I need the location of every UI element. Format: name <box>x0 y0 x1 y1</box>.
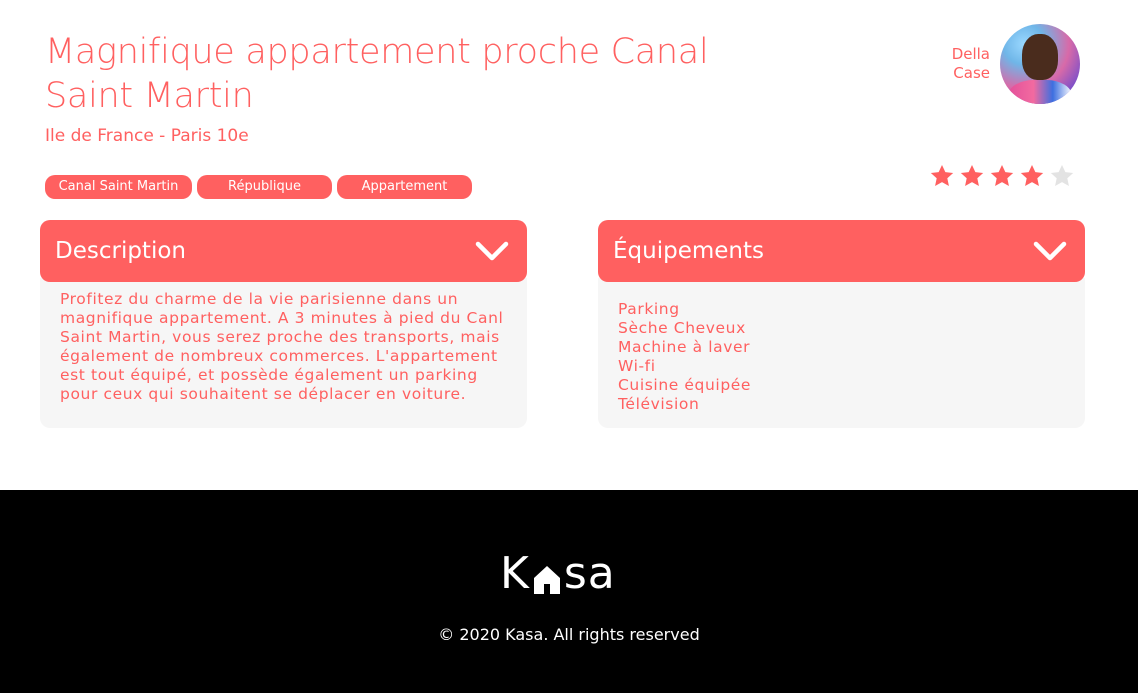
description-collapse: Description Profitez du charme de la vie… <box>40 220 527 428</box>
equipment-item: Sèche Cheveux <box>618 319 746 337</box>
equipments-title: Équipements <box>613 238 764 264</box>
listing-location: Ile de France - Paris 10e <box>45 126 249 146</box>
logo-letters-sa: sa <box>563 548 616 599</box>
tag-appartement: Appartement <box>337 175 472 199</box>
description-body: Profitez du charme de la vie parisienne … <box>40 278 527 428</box>
host-name: Della Case <box>930 45 990 83</box>
avatar-shirt <box>1008 80 1072 104</box>
rating-stars <box>929 163 1075 189</box>
logo-letter-k: K <box>500 548 530 599</box>
host-info: Della Case <box>930 24 1080 104</box>
chevron-down-icon[interactable] <box>1033 240 1067 262</box>
description-text: Profitez du charme de la vie parisienne … <box>60 290 504 403</box>
equipment-item: Machine à laver <box>618 338 751 356</box>
equipment-item: Parking <box>618 300 680 318</box>
star-icon-filled <box>930 164 954 186</box>
equipment-item: Télévision <box>618 395 700 413</box>
star-icon-empty <box>1050 164 1074 186</box>
star-icon-filled <box>990 164 1014 186</box>
chevron-down-icon[interactable] <box>475 240 509 262</box>
tag-list: Canal Saint Martin République Appartemen… <box>45 175 472 199</box>
equipments-body: Parking Sèche Cheveux Machine à laver Wi… <box>598 278 1085 428</box>
avatar-head <box>1022 34 1058 80</box>
description-header[interactable]: Description <box>40 220 527 282</box>
footer-logo[interactable]: K sa <box>500 552 626 596</box>
footer: K sa © 2020 Kasa. All rights reserved <box>0 490 1138 693</box>
copyright-text: © 2020 Kasa. All rights reserved <box>438 625 700 644</box>
equipment-item: Cuisine équipée <box>618 376 752 394</box>
equipments-header[interactable]: Équipements <box>598 220 1085 282</box>
tag-republique: République <box>197 175 332 199</box>
star-icon-filled <box>1020 164 1044 186</box>
star-icon-filled <box>960 164 984 186</box>
host-first-name: Della <box>951 45 990 63</box>
house-icon <box>533 566 560 594</box>
host-avatar <box>1000 24 1080 104</box>
listing-title: Magnifique appartement proche Canal Sain… <box>45 32 709 116</box>
tag-canal-saint-martin: Canal Saint Martin <box>45 175 192 199</box>
host-last-name: Case <box>953 64 990 82</box>
equipments-collapse: Équipements Parking Sèche Cheveux Machin… <box>598 220 1085 428</box>
description-title: Description <box>55 238 186 264</box>
equipment-item: Wi-fi <box>618 357 656 375</box>
